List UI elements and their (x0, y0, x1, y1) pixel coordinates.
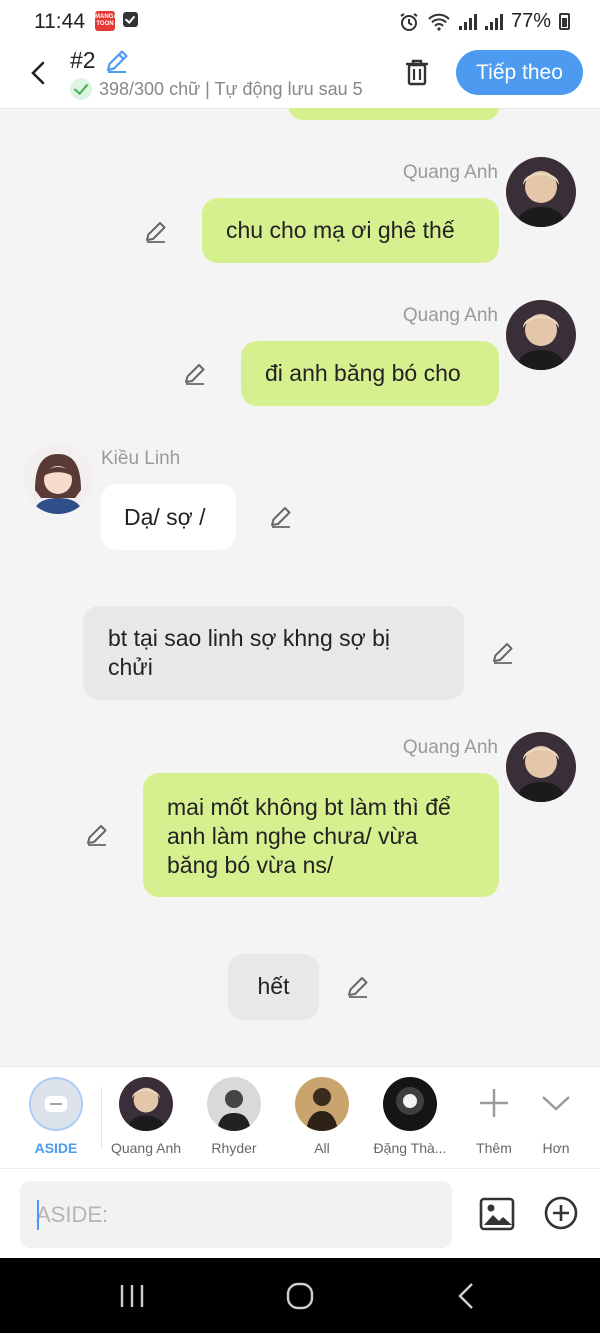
character-aside[interactable]: ASIDE (16, 1077, 96, 1156)
chevron-down-icon (542, 1096, 570, 1111)
add-circle-icon[interactable] (543, 1195, 579, 1231)
battery-percent: 77% (510, 10, 551, 32)
wifi-icon (428, 13, 450, 31)
edit-message-pencil-icon[interactable] (268, 504, 294, 530)
message-text: mai mốt không bt làm thì để anh làm nghe… (167, 794, 451, 878)
collapse-button[interactable]: Hơn (516, 1077, 596, 1156)
character-label: All (314, 1140, 330, 1156)
edit-message-pencil-icon[interactable] (182, 361, 208, 387)
message-bubble[interactable]: Dạ/ sợ / (101, 484, 236, 550)
sender-name: Kiều Linh (101, 448, 181, 469)
signal-icon (458, 13, 477, 30)
edit-message-pencil-icon[interactable] (84, 822, 110, 848)
message-text: chu cho mạ ơi ghê thế (226, 217, 455, 243)
text-caret (37, 1200, 39, 1230)
character-label: ASIDE (34, 1140, 78, 1156)
avatar-quang-anh[interactable] (506, 157, 576, 227)
plus-icon (480, 1089, 508, 1117)
status-bar: 11:44 MANGA TOON 77% (0, 0, 600, 44)
mangatoon-app-icon: MANGA TOON (95, 11, 118, 31)
signal-icon-2 (484, 13, 503, 30)
status-time: 11:44 (34, 10, 85, 33)
edit-message-pencil-icon[interactable] (490, 640, 516, 666)
trash-icon[interactable] (401, 56, 433, 88)
edit-title-pencil-icon[interactable] (103, 47, 131, 75)
sender-name: Quang Anh (402, 162, 498, 183)
recent-apps-icon[interactable] (114, 1278, 150, 1314)
back-icon[interactable] (450, 1278, 486, 1314)
back-arrow-icon[interactable] (24, 58, 54, 88)
word-count-autosave: 398/300 chữ | Tự động lưu sau 5 (70, 78, 375, 100)
next-button[interactable]: Tiếp theo (456, 50, 583, 95)
editor-header: #2 398/300 chữ | Tự động lưu sau 5 Tiếp … (0, 44, 600, 109)
saved-info-text: 398/300 chữ | Tự động lưu sau 5 (99, 78, 363, 99)
status-icons: 77% (399, 10, 570, 33)
aside-icon (29, 1077, 83, 1131)
character-label: Đặng Thà... (373, 1140, 447, 1156)
image-icon[interactable] (478, 1195, 516, 1233)
character-label: Quang Anh (110, 1140, 182, 1156)
avatar-kieu-linh[interactable] (23, 444, 93, 514)
episode-title: #2 (70, 47, 96, 73)
message-input[interactable] (20, 1181, 452, 1248)
edit-message-pencil-icon[interactable] (143, 219, 169, 245)
alarm-icon (400, 12, 418, 31)
avatar-quang-anh[interactable] (506, 300, 576, 370)
character-rhyder[interactable]: Rhyder (194, 1077, 274, 1156)
previous-message-bubble[interactable] (289, 108, 499, 120)
message-bubble[interactable]: mai mốt không bt làm thì để anh làm nghe… (143, 773, 499, 897)
character-all[interactable]: All (282, 1077, 362, 1156)
avatar-quang-anh[interactable] (506, 732, 576, 802)
sender-name: Quang Anh (402, 737, 498, 758)
avatar (383, 1077, 437, 1131)
character-dang-tha[interactable]: Đặng Thà... (370, 1077, 450, 1156)
aside-bubble[interactable]: hết (228, 954, 319, 1020)
message-text: đi anh băng bó cho (265, 360, 461, 386)
aside-text: hết (257, 973, 290, 999)
saved-check-icon (70, 78, 92, 100)
avatar (295, 1077, 349, 1131)
sender-name: Quang Anh (402, 305, 498, 326)
battery-icon (559, 13, 570, 30)
compose-bar (0, 1168, 600, 1259)
character-quang-anh[interactable]: Quang Anh (106, 1077, 186, 1156)
collapse-label: Hơn (542, 1140, 570, 1156)
checkbox-notification-icon (123, 12, 138, 27)
aside-bubble[interactable]: bt tại sao linh sợ khng sợ bị chửi (83, 606, 464, 700)
divider (101, 1087, 102, 1149)
avatar (207, 1077, 261, 1131)
character-selector: ASIDE Quang Anh Rhyder All Đặng Thà... T… (0, 1066, 600, 1169)
avatar (119, 1077, 173, 1131)
android-navigation-bar (0, 1258, 600, 1333)
message-bubble[interactable]: đi anh băng bó cho (241, 341, 499, 406)
chat-area: Quang Anh chu cho mạ ơi ghê thế Quang An… (0, 108, 600, 1066)
message-text: Dạ/ sợ / (124, 504, 206, 530)
edit-message-pencil-icon[interactable] (345, 974, 371, 1000)
aside-text: bt tại sao linh sợ khng sợ bị chửi (108, 625, 391, 680)
character-label: Rhyder (211, 1140, 257, 1156)
message-bubble[interactable]: chu cho mạ ơi ghê thế (202, 198, 499, 263)
home-icon[interactable] (282, 1278, 318, 1314)
